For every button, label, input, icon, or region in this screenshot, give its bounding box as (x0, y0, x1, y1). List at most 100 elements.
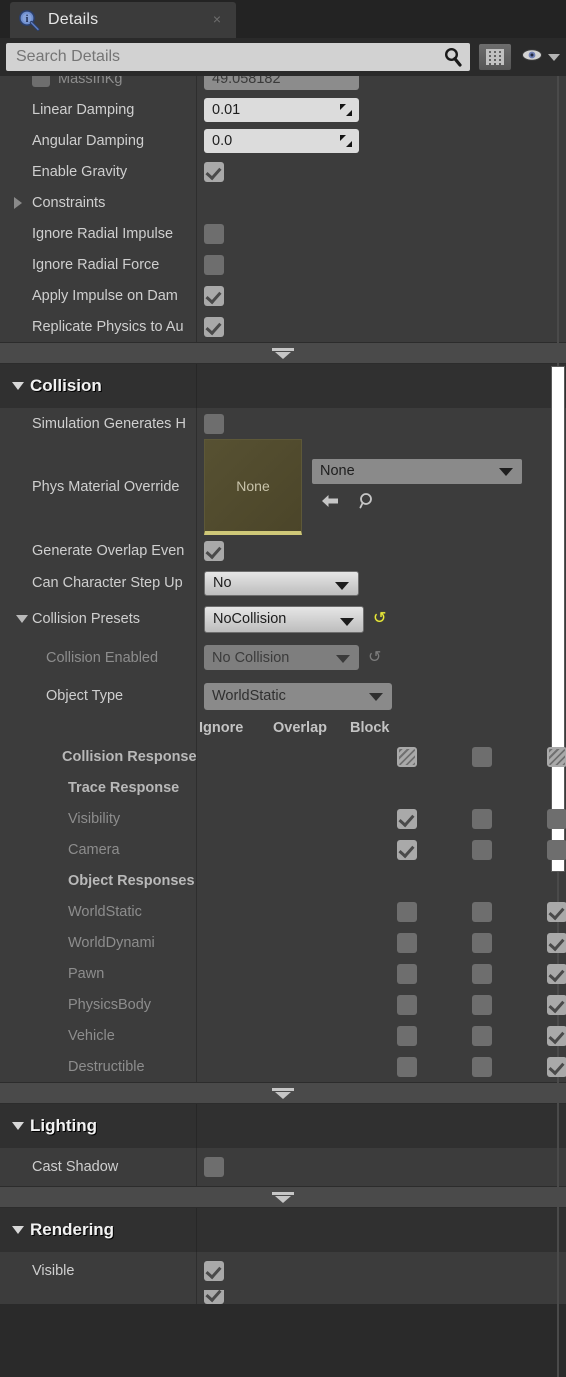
section-header-collision[interactable]: Collision (0, 364, 566, 408)
property-row-cast-shadow[interactable]: Cast Shadow (0, 1148, 566, 1186)
section-header-lighting[interactable]: Lighting (0, 1104, 566, 1148)
property-row-ignore-radial-force[interactable]: Ignore Radial Force (0, 249, 566, 280)
property-row-ignore-radial-impulse[interactable]: Ignore Radial Impulse (0, 218, 566, 249)
collision-enabled-dropdown[interactable]: No Collision (204, 645, 359, 670)
visible-checkbox[interactable] (204, 1261, 224, 1281)
destructible-block-checkbox[interactable] (547, 1056, 566, 1077)
tab-label: Details (48, 11, 99, 28)
section-separator[interactable] (0, 1082, 566, 1104)
grid-view-button[interactable] (478, 43, 512, 71)
camera-overlap-checkbox[interactable] (472, 839, 492, 860)
collision-presets-dropdown[interactable]: NoCollision (204, 605, 364, 633)
worlddynamic-block-checkbox[interactable] (547, 932, 566, 953)
property-row-camera[interactable]: Camera ↺ (0, 834, 566, 865)
object-type-dropdown[interactable]: WorldStatic (204, 682, 392, 710)
pawn-overlap-checkbox[interactable] (472, 963, 492, 984)
close-icon[interactable]: × (210, 12, 224, 27)
chevron-down-icon[interactable] (16, 615, 28, 623)
property-row-physicsbody[interactable]: PhysicsBody (0, 989, 566, 1020)
reset-to-default-button[interactable]: ↺ (368, 649, 381, 666)
section-separator[interactable] (0, 1186, 566, 1208)
tab-details[interactable]: i Details × (10, 2, 236, 38)
property-row-apply-impulse-on-damage[interactable]: Apply Impulse on Dam (0, 280, 566, 311)
pawn-block-checkbox[interactable] (547, 963, 566, 984)
simulation-generates-hit-checkbox[interactable] (204, 413, 224, 434)
pawn-ignore-checkbox[interactable] (397, 963, 417, 984)
camera-block-checkbox[interactable] (547, 839, 566, 860)
property-row-worldstatic[interactable]: WorldStatic (0, 896, 566, 927)
visibility-overlap-checkbox[interactable] (472, 808, 492, 829)
property-row-generate-overlap-events[interactable]: Generate Overlap Even (0, 535, 566, 566)
collapse-chevron-icon (272, 347, 294, 359)
physicsbody-block-checkbox[interactable] (547, 994, 566, 1015)
property-row-destructible[interactable]: Destructible (0, 1051, 566, 1082)
ignore-radial-impulse-checkbox[interactable] (204, 223, 224, 244)
vehicle-overlap-checkbox[interactable] (472, 1025, 492, 1046)
property-row-worlddynamic[interactable]: WorldDynami (0, 927, 566, 958)
property-row-replicate-physics[interactable]: Replicate Physics to Au (0, 311, 566, 342)
camera-ignore-checkbox[interactable] (397, 839, 417, 860)
phys-material-dropdown[interactable]: None (312, 458, 522, 484)
property-row-visibility[interactable]: Visibility ↺ (0, 803, 566, 834)
property-row-vehicle[interactable]: Vehicle (0, 1020, 566, 1051)
visibility-ignore-checkbox[interactable] (397, 808, 417, 829)
collision-responses-overlap-checkbox[interactable] (472, 746, 492, 767)
property-row-massinkg[interactable]: MassInKg 49.058182 (0, 76, 566, 94)
collision-responses-ignore-checkbox[interactable] (397, 746, 417, 767)
chevron-down-icon (12, 1122, 24, 1130)
visibility-block-checkbox[interactable] (547, 808, 566, 829)
property-label: MassInKg (58, 76, 123, 87)
worldstatic-overlap-checkbox[interactable] (472, 901, 492, 922)
property-row-collision-responses[interactable]: Collision Responses (0, 741, 566, 772)
partial-checkbox[interactable] (204, 1290, 224, 1304)
generate-overlap-events-checkbox[interactable] (204, 540, 224, 561)
section-header-rendering[interactable]: Rendering (0, 1208, 566, 1252)
destructible-ignore-checkbox[interactable] (397, 1056, 417, 1077)
ignore-radial-force-checkbox[interactable] (204, 254, 224, 275)
reset-to-default-button[interactable]: ↺ (373, 611, 386, 627)
cast-shadow-checkbox[interactable] (204, 1157, 224, 1177)
property-row-collision-presets[interactable]: Collision Presets NoCollision ↺ (0, 600, 566, 638)
section-separator[interactable] (0, 342, 566, 364)
collision-responses-block-checkbox[interactable] (547, 746, 566, 767)
phys-material-thumbnail[interactable]: None (204, 439, 302, 535)
property-row-phys-material-override[interactable]: Phys Material Override None None (0, 439, 566, 535)
grid-icon (486, 49, 504, 65)
vehicle-block-checkbox[interactable] (547, 1025, 566, 1046)
visibility-dropdown[interactable] (521, 48, 560, 67)
property-row-pawn[interactable]: Pawn (0, 958, 566, 989)
drag-handle-icon[interactable] (340, 134, 352, 147)
property-row-linear-damping[interactable]: Linear Damping 0.01 (0, 94, 566, 125)
apply-impulse-on-damage-checkbox[interactable] (204, 285, 224, 306)
property-row-angular-damping[interactable]: Angular Damping 0.0 (0, 125, 566, 156)
search-icon (443, 47, 463, 67)
worldstatic-block-checkbox[interactable] (547, 901, 566, 922)
chevron-right-icon[interactable] (14, 197, 22, 209)
massinkg-override-checkbox[interactable] (32, 76, 50, 87)
property-row-simulation-generates-hit[interactable]: Simulation Generates H (0, 408, 566, 439)
property-row-enable-gravity[interactable]: Enable Gravity (0, 156, 566, 187)
property-row-constraints[interactable]: Constraints (0, 187, 566, 218)
destructible-overlap-checkbox[interactable] (472, 1056, 492, 1077)
property-row-collision-enabled[interactable]: Collision Enabled No Collision ↺ (0, 638, 566, 677)
property-row-object-type[interactable]: Object Type WorldStatic (0, 677, 566, 715)
replicate-physics-checkbox[interactable] (204, 316, 224, 337)
physicsbody-overlap-checkbox[interactable] (472, 994, 492, 1015)
worlddynamic-ignore-checkbox[interactable] (397, 932, 417, 953)
can-character-step-up-dropdown[interactable]: No (204, 570, 359, 596)
property-row-can-character-step-up[interactable]: Can Character Step Up No (0, 566, 566, 600)
property-row-partial[interactable] (0, 1290, 566, 1304)
property-row-visible[interactable]: Visible (0, 1252, 566, 1290)
worlddynamic-overlap-checkbox[interactable] (472, 932, 492, 953)
back-arrow-icon[interactable] (320, 493, 340, 514)
physicsbody-ignore-checkbox[interactable] (397, 994, 417, 1015)
drag-handle-icon[interactable] (340, 103, 352, 116)
vehicle-ignore-checkbox[interactable] (397, 1025, 417, 1046)
linear-damping-field[interactable]: 0.01 (204, 97, 359, 122)
browse-magnifier-icon[interactable] (356, 491, 376, 516)
worldstatic-ignore-checkbox[interactable] (397, 901, 417, 922)
massinkg-field[interactable]: 49.058182 (204, 76, 359, 90)
angular-damping-field[interactable]: 0.0 (204, 128, 359, 153)
enable-gravity-checkbox[interactable] (204, 161, 224, 182)
search-input[interactable]: Search Details (6, 43, 470, 71)
